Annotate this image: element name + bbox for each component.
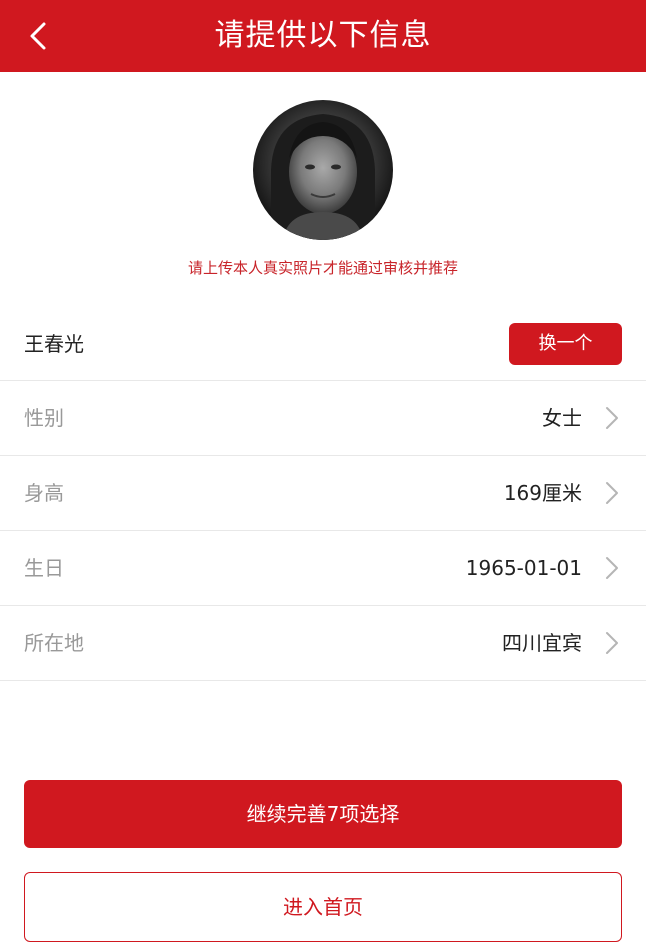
photo-hint: 请上传本人真实照片才能通过审核并推荐 [187, 259, 458, 277]
chevron-right-icon [606, 557, 618, 579]
field-label: 性别 [24, 406, 64, 430]
portrait-image [271, 114, 375, 240]
chevron-right-icon [606, 407, 618, 429]
field-value: 169厘米 [503, 481, 582, 505]
home-button[interactable]: 进入首页 [24, 872, 622, 942]
field-label: 所在地 [24, 631, 84, 655]
field-label: 身高 [24, 481, 64, 505]
change-button[interactable]: 换一个 [509, 323, 622, 365]
field-value: 四川宜宾 [502, 631, 582, 655]
header-bar: 请提供以下信息 [0, 0, 646, 72]
field-value: 女士 [542, 406, 582, 430]
chevron-right-icon [606, 482, 618, 504]
page-title: 请提供以下信息 [214, 18, 432, 53]
avatar-photo[interactable] [253, 100, 393, 240]
chevron-right-icon [606, 632, 618, 654]
field-row-gender[interactable]: 性别 女士 [0, 380, 646, 455]
field-value: 1965-01-01 [465, 556, 582, 580]
field-row-birthday[interactable]: 生日 1965-01-01 [0, 530, 646, 605]
name-row: 王春光 换一个 [0, 305, 646, 380]
field-row-height[interactable]: 身高 169厘米 [0, 455, 646, 530]
field-label: 生日 [24, 556, 64, 580]
name-text: 王春光 [24, 332, 84, 356]
continue-button[interactable]: 继续完善7项选择 [24, 780, 622, 848]
field-row-location[interactable]: 所在地 四川宜宾 [0, 605, 646, 681]
